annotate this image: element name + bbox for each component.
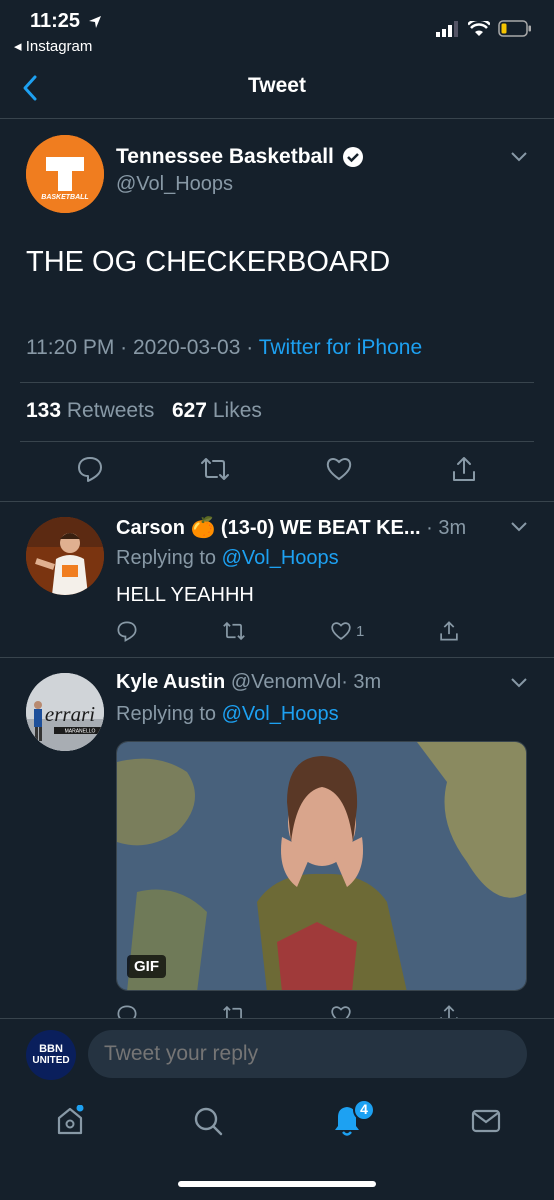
avatar-text: BBN — [39, 1043, 63, 1055]
page-title: Tweet — [248, 74, 306, 97]
tweet-stats: 133 Retweets 627 Likes — [26, 399, 262, 423]
divider — [20, 441, 534, 442]
reply-button[interactable] — [116, 620, 138, 642]
retweet-button[interactable] — [200, 455, 230, 488]
svg-text:BASKETBALL: BASKETBALL — [41, 194, 88, 201]
reply-icon — [78, 457, 102, 482]
search-icon — [194, 1107, 223, 1136]
reply-author-name[interactable]: Carson 🍊 (13-0) WE BEAT KE... · 3m — [116, 515, 466, 540]
chevron-down-icon — [511, 522, 527, 532]
share-button[interactable] — [450, 455, 478, 488]
share-icon — [440, 621, 458, 641]
reply-input[interactable] — [88, 1030, 527, 1078]
reply-avatar-photo — [26, 517, 104, 595]
battery-icon — [498, 20, 531, 37]
status-icons — [436, 20, 532, 37]
tennessee-logo: BASKETBALL — [26, 135, 104, 213]
avatar[interactable]: errari MARANELLO — [26, 673, 104, 751]
avatar-text: UNITED — [32, 1055, 70, 1066]
status-time: 11:25 — [30, 10, 102, 33]
divider — [0, 118, 554, 119]
replying-to-link[interactable]: @Vol_Hoops — [222, 547, 339, 569]
tab-messages[interactable] — [470, 1105, 502, 1142]
avatar[interactable] — [26, 517, 104, 595]
gif-image — [117, 742, 526, 990]
reply-button[interactable] — [76, 455, 104, 488]
home-icon — [57, 1104, 84, 1135]
divider — [20, 382, 534, 383]
main-action-row — [0, 455, 554, 489]
signal-icon — [436, 20, 458, 37]
back-to-app-link[interactable]: ◂ Instagram — [14, 37, 92, 55]
reply-author-name[interactable]: Kyle Austin @VenomVol· 3m — [116, 671, 381, 694]
divider — [0, 501, 554, 502]
tweet-meta: 11:20 PM · 2020-03-03 · Twitter for iPho… — [26, 336, 423, 359]
share-button[interactable] — [438, 620, 460, 642]
tab-notifications[interactable]: 4 — [330, 1099, 375, 1143]
retweet-icon — [223, 621, 245, 641]
gif-media[interactable]: GIF — [116, 741, 527, 991]
mail-icon — [471, 1109, 501, 1133]
like-count: 1 — [356, 622, 365, 640]
replying-to: Replying to @Vol_Hoops — [116, 703, 339, 725]
reply-icon — [117, 621, 137, 642]
author-name[interactable]: Tennessee Basketball — [116, 145, 364, 169]
tab-home[interactable] — [54, 1104, 86, 1142]
like-icon — [326, 458, 352, 481]
source-link[interactable]: Twitter for iPhone — [259, 336, 422, 359]
verified-icon — [342, 147, 363, 167]
reply-options-button[interactable] — [510, 676, 528, 694]
divider — [0, 1018, 554, 1019]
svg-text:MARANELLO: MARANELLO — [65, 729, 96, 735]
divider — [0, 657, 554, 658]
reply-text: HELL YEAHHH — [116, 584, 254, 606]
avatar[interactable]: BBN UNITED — [26, 1030, 76, 1080]
replying-to: Replying to @Vol_Hoops — [116, 547, 339, 569]
like-icon — [331, 622, 351, 640]
gif-badge: GIF — [127, 955, 166, 978]
notification-badge: 4 — [360, 1101, 368, 1117]
wifi-icon — [468, 20, 490, 36]
retweets-stat[interactable]: 133 Retweets — [26, 399, 154, 422]
author-handle[interactable]: @Vol_Hoops — [116, 173, 233, 196]
likes-stat[interactable]: 627 Likes — [172, 399, 262, 422]
tweet-options-button[interactable] — [510, 150, 528, 168]
svg-text:errari: errari — [45, 702, 95, 726]
ferrari-sign-photo: errari MARANELLO — [26, 673, 104, 751]
home-indicator — [178, 1181, 376, 1187]
replying-to-link[interactable]: @Vol_Hoops — [222, 703, 339, 725]
retweet-icon — [201, 458, 229, 480]
share-icon — [453, 457, 475, 481]
chevron-down-icon — [511, 152, 527, 162]
like-button[interactable] — [325, 455, 353, 488]
tab-search[interactable] — [192, 1105, 224, 1142]
like-button[interactable]: 1 — [330, 620, 364, 642]
avatar[interactable]: BASKETBALL — [26, 135, 104, 213]
tweet-text: THE OG CHECKERBOARD — [26, 246, 391, 278]
retweet-button[interactable] — [222, 620, 246, 642]
chevron-down-icon — [511, 678, 527, 688]
reply-action-row: 1 — [116, 620, 476, 646]
reply-options-button[interactable] — [510, 520, 528, 538]
location-arrow-icon — [88, 15, 101, 28]
